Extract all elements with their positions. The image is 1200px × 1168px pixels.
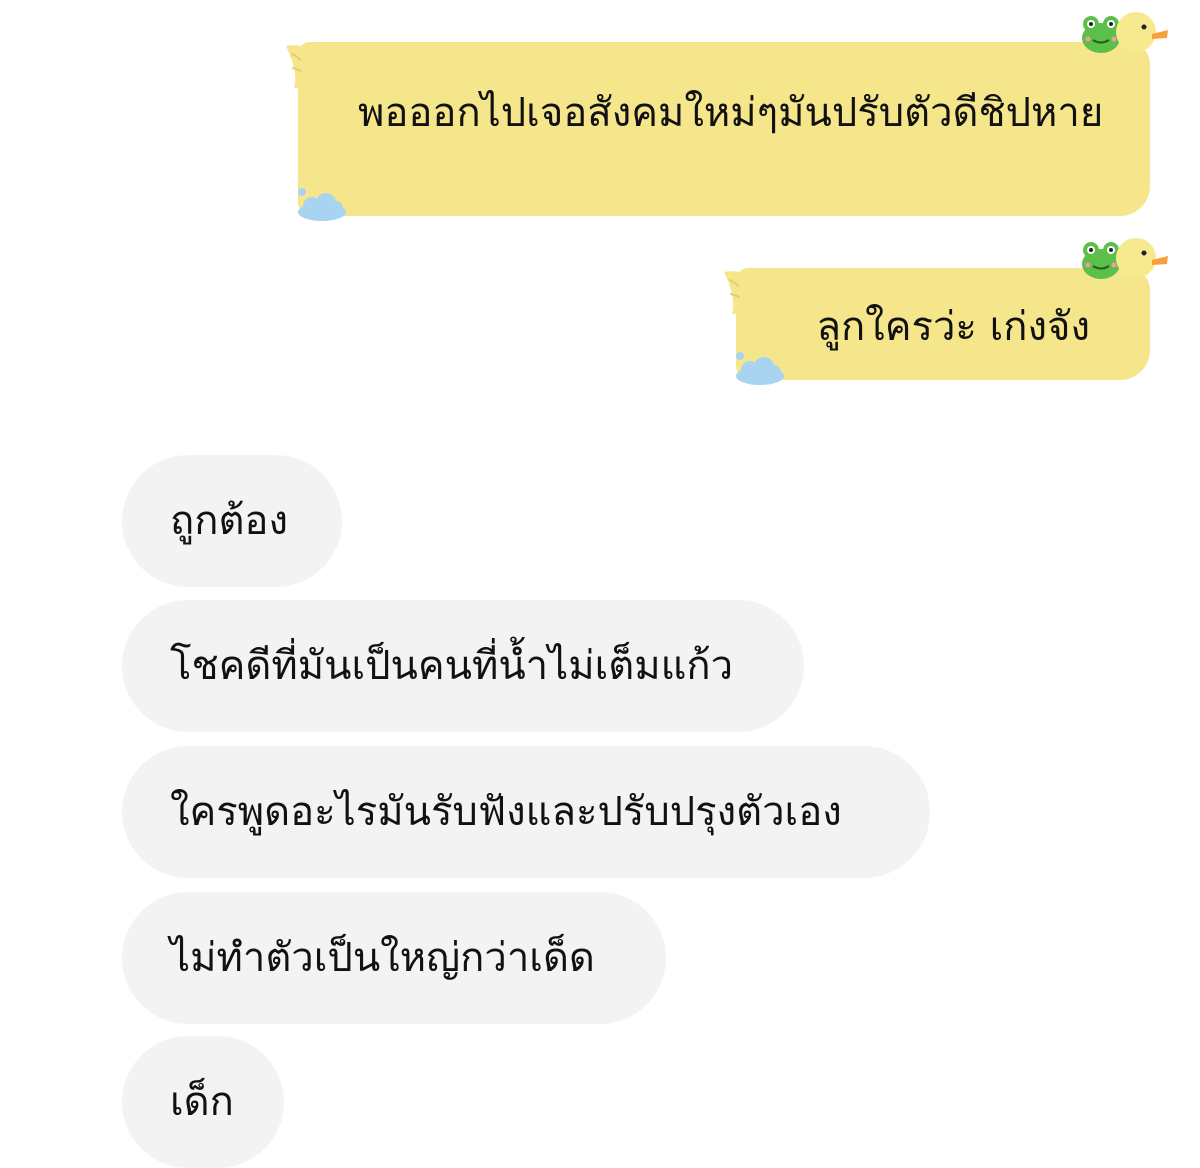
received-bubble[interactable]: ใครพูดอะไรมันรับฟังและปรับปรุงตัวเอง bbox=[122, 746, 930, 878]
sent-bubble[interactable]: พอออกไปเจอสังคมใหม่ๆมันปรับตัวดีชิปหาย bbox=[286, 12, 1168, 221]
duck-icon bbox=[1116, 12, 1168, 52]
message-text: พอออกไปเจอสังคมใหม่ๆมันปรับตัวดีชิปหาย bbox=[358, 90, 1104, 136]
cloud-icon bbox=[298, 188, 346, 221]
message-text: ใครพูดอะไรมันรับฟังและปรับปรุงตัวเอง bbox=[170, 789, 842, 835]
message-text: โชคดีที่มันเป็นคนที่น้ำไม่เต็มแก้ว bbox=[170, 643, 734, 689]
duck-tail-icon bbox=[724, 271, 768, 314]
message-text: ถูกต้อง bbox=[170, 498, 288, 544]
message-text: เด็ก bbox=[170, 1079, 234, 1125]
sent-bubble[interactable]: ลูกใครว่ะ เก่งจัง bbox=[724, 238, 1168, 385]
sent-message[interactable]: พอออกไปเจอสังคมใหม่ๆมันปรับตัวดีชิปหาย bbox=[286, 12, 1168, 221]
message-text: ลูกใครว่ะ เก่งจัง bbox=[816, 304, 1090, 350]
duck-icon bbox=[1116, 238, 1168, 278]
sent-message[interactable]: ลูกใครว่ะ เก่งจัง bbox=[724, 238, 1168, 385]
received-bubble[interactable]: ไม่ทำตัวเป็นใหญ่กว่าเด็ด bbox=[122, 892, 666, 1024]
duck-tail-icon bbox=[286, 45, 330, 88]
message-text: ไม่ทำตัวเป็นใหญ่กว่าเด็ด bbox=[170, 935, 595, 981]
cloud-icon bbox=[736, 352, 784, 385]
received-bubble[interactable]: ถูกต้อง bbox=[122, 455, 342, 587]
received-bubble[interactable]: โชคดีที่มันเป็นคนที่น้ำไม่เต็มแก้ว bbox=[122, 600, 804, 732]
chat-thread: พอออกไปเจอสังคมใหม่ๆมันปรับตัวดีชิปหาย ล… bbox=[0, 0, 1200, 1168]
received-bubble[interactable]: เด็ก bbox=[122, 1036, 284, 1168]
